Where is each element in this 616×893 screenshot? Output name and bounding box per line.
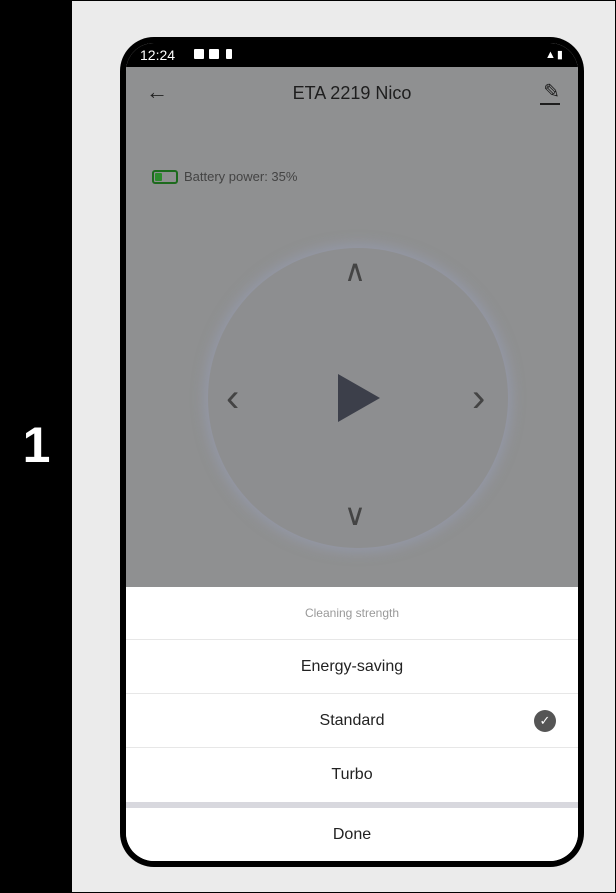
signal-icon: ▲▮: [545, 49, 564, 61]
play-icon[interactable]: [338, 374, 380, 422]
option-label: Turbo: [331, 766, 373, 783]
option-turbo[interactable]: Turbo: [126, 748, 578, 801]
up-arrow-icon[interactable]: ∧: [344, 254, 366, 289]
right-arrow-icon[interactable]: ›: [472, 376, 485, 421]
status-bar: 12:24 ▲▮: [126, 43, 578, 67]
edit-icon[interactable]: ✎: [543, 79, 560, 104]
image-notification-icon: [194, 49, 204, 59]
down-arrow-icon[interactable]: ∨: [344, 498, 366, 533]
device-title: ETA 2219 Nico: [292, 83, 412, 103]
instruction-frame: 1 12:24 ▲▮ ← ETA 2219 Nico ✎ Battery pow…: [0, 0, 616, 893]
sheet-title: Cleaning strength: [126, 587, 578, 640]
app-notification-icon: [209, 49, 219, 59]
option-label: Standard: [319, 712, 385, 729]
battery-icon: [152, 170, 178, 184]
direction-control[interactable]: ∧ ∨ ‹ ›: [208, 248, 508, 548]
step-sidebar: 1: [1, 1, 72, 892]
battery-level-fill: [155, 173, 162, 181]
done-button[interactable]: Done: [126, 808, 578, 861]
option-label: Energy-saving: [300, 658, 404, 675]
check-icon: ✓: [534, 710, 556, 732]
battery-label: Battery power: 35%: [184, 169, 298, 184]
status-time: 12:24: [140, 47, 176, 63]
cleaning-strength-sheet: Cleaning strength Energy-saving Standard…: [126, 587, 578, 861]
app-main-dimmed: ← ETA 2219 Nico ✎ Battery power: 35% ∧ ∨…: [126, 67, 578, 587]
phone-screen: 12:24 ▲▮ ← ETA 2219 Nico ✎ Battery power…: [126, 43, 578, 861]
battery-notification-icon: [226, 49, 232, 59]
option-energy-saving[interactable]: Energy-saving: [126, 640, 578, 694]
edit-underline: [540, 103, 560, 105]
step-number: 1: [22, 417, 51, 473]
option-standard[interactable]: Standard ✓: [126, 694, 578, 748]
left-arrow-icon[interactable]: ‹: [226, 376, 239, 421]
